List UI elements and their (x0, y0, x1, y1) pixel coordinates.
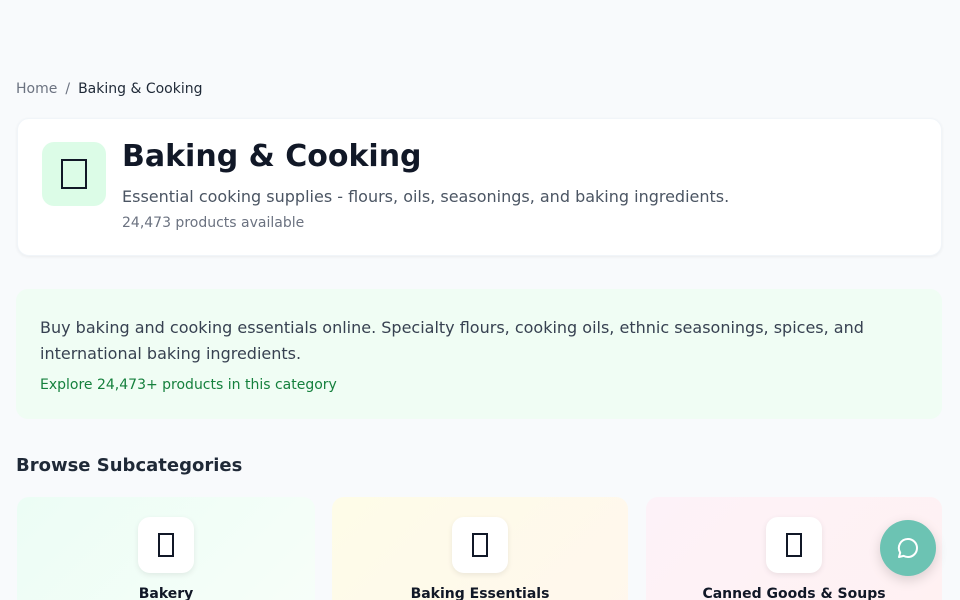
subcategory-card-baking-essentials[interactable]: Baking Essentials (332, 497, 628, 600)
page-title: Baking & Cooking (122, 139, 422, 174)
breadcrumb-separator: / (65, 81, 71, 97)
chat-bubble-icon (897, 537, 918, 558)
seo-description: Buy baking and cooking essentials online… (40, 318, 864, 363)
breadcrumb-home-link[interactable]: Home (16, 81, 57, 97)
explore-products-text: Explore 24,473+ products in this categor… (40, 377, 337, 393)
subcategory-card-bakery[interactable]: Bakery (17, 497, 315, 600)
bakery-icon (138, 517, 194, 573)
breadcrumb-current: Baking & Cooking (78, 81, 203, 97)
category-header-card: Baking & Cooking Essential cooking suppl… (17, 118, 942, 256)
subcategory-label: Bakery (138, 586, 194, 600)
canned-goods-icon (766, 517, 822, 573)
category-description: Essential cooking supplies - flours, oil… (122, 187, 730, 206)
baking-essentials-icon (452, 517, 508, 573)
subcategory-label: Canned Goods & Soups (702, 586, 886, 600)
subcategories-heading: Browse Subcategories (16, 455, 243, 476)
category-placeholder-icon (42, 142, 106, 206)
product-count: 24,473 products available (122, 215, 305, 231)
chat-button[interactable] (880, 520, 936, 576)
breadcrumb: Home / Baking & Cooking (16, 81, 202, 97)
subcategory-label: Baking Essentials (410, 586, 550, 600)
category-seo-box: Buy baking and cooking essentials online… (16, 289, 942, 419)
